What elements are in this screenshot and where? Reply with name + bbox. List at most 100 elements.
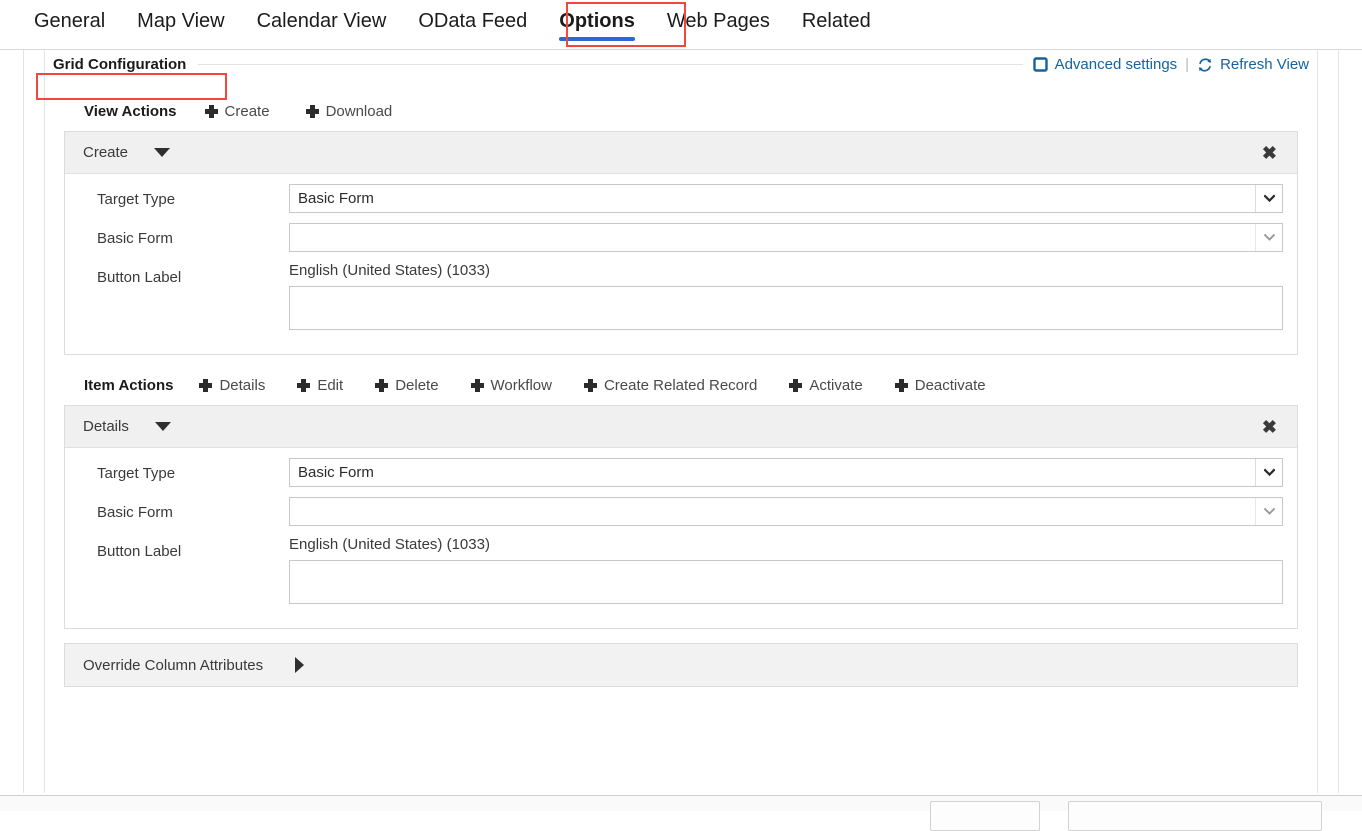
plus-icon [297,379,310,392]
tab-label: Options [559,10,635,32]
tab-label: General [34,10,105,32]
section-header-links: Advanced settings | Refresh View [1023,56,1317,73]
left-rail-divider [23,50,24,793]
button-label: Create [225,103,270,120]
field-row-basic-form: Basic Form [79,497,1283,526]
right-rail-divider [1338,50,1339,793]
target-type-dropdown-button[interactable] [1255,459,1282,486]
add-view-action-create-button[interactable]: Create [205,103,270,120]
chevron-down-icon[interactable] [155,422,171,431]
target-type-label: Target Type [79,184,289,208]
button-label-input[interactable] [289,560,1283,604]
plus-icon [471,379,484,392]
plus-icon [199,379,212,392]
target-type-dropdown-button[interactable] [1255,185,1282,212]
close-icon[interactable]: ✖ [1258,416,1281,438]
tab-label: OData Feed [418,10,527,32]
item-action-card-details: Details ✖ Target Type Basic Form [64,405,1298,629]
button-label: Deactivate [915,377,986,394]
tab-label: Related [802,10,871,32]
target-type-select[interactable]: Basic Form [289,184,1283,213]
plus-icon [205,105,218,118]
section-legend: Grid Configuration [45,56,198,73]
basic-form-lookup[interactable] [289,223,1283,252]
tab-label: Map View [137,10,224,32]
field-row-target-type: Target Type Basic Form [79,458,1283,487]
target-type-value: Basic Form [290,464,1255,481]
command-bar-button-left[interactable] [930,801,1040,831]
target-type-control: Basic Form [289,184,1283,213]
card-header[interactable]: Create ✖ [65,132,1297,174]
plus-icon [584,379,597,392]
card-header[interactable]: Details ✖ [65,406,1297,448]
chevron-down-icon [1264,467,1275,478]
page-body: Grid Configuration Advanced settings | [0,49,1362,811]
override-column-attributes-title: Override Column Attributes [83,657,263,674]
chevron-right-icon[interactable] [295,657,304,673]
add-view-action-download-button[interactable]: Download [306,103,393,120]
button-label: Edit [317,377,343,394]
plus-icon [895,379,908,392]
grid-configuration-section: Grid Configuration Advanced settings | [44,50,1318,793]
tab-calendar-view[interactable]: Calendar View [241,0,403,37]
button-label: Activate [809,377,862,394]
tab-strip: General Map View Calendar View OData Fee… [0,0,1362,49]
tab-general[interactable]: General [18,0,121,37]
view-action-card-create: Create ✖ Target Type Basic Form [64,131,1298,355]
tab-label: Calendar View [257,10,387,32]
basic-form-dropdown-button[interactable] [1255,498,1282,525]
command-bar-button-right[interactable] [1068,801,1322,831]
add-item-action-edit-button[interactable]: Edit [297,377,343,394]
add-item-action-delete-button[interactable]: Delete [375,377,438,394]
view-actions-title: View Actions [84,103,177,120]
add-item-action-create-related-record-button[interactable]: Create Related Record [584,377,757,394]
advanced-settings-link[interactable]: Advanced settings [1033,56,1178,73]
view-actions-toolbar: View Actions Create Download [64,93,1298,129]
plus-icon [375,379,388,392]
tab-web-pages[interactable]: Web Pages [651,0,786,37]
section-header: Grid Configuration Advanced settings | [45,50,1317,79]
chevron-down-icon[interactable] [154,148,170,157]
tab-active-underline [559,37,635,41]
refresh-view-label: Refresh View [1220,56,1309,73]
button-label-language: English (United States) (1033) [289,536,1283,560]
item-actions-title: Item Actions [84,377,173,394]
add-item-action-activate-button[interactable]: Activate [789,377,862,394]
button-label: Create Related Record [604,377,757,394]
target-type-value: Basic Form [290,190,1255,207]
button-label-language: English (United States) (1033) [289,262,1283,286]
item-actions-toolbar: Item Actions Details Edit Delete Workflo… [64,367,1298,403]
button-label: Download [326,103,393,120]
chevron-down-icon [1264,506,1275,517]
refresh-view-link[interactable]: Refresh View [1197,56,1309,73]
plus-icon [789,379,802,392]
target-type-select[interactable]: Basic Form [289,458,1283,487]
field-row-button-label: Button Label English (United States) (10… [79,262,1283,330]
plus-icon [306,105,319,118]
close-icon[interactable]: ✖ [1258,142,1281,164]
add-item-action-details-button[interactable]: Details [199,377,265,394]
tab-odata-feed[interactable]: OData Feed [402,0,543,37]
basic-form-control [289,497,1283,526]
tab-options[interactable]: Options [543,0,651,37]
field-row-basic-form: Basic Form [79,223,1283,252]
add-item-action-workflow-button[interactable]: Workflow [471,377,552,394]
override-column-attributes-panel[interactable]: Override Column Attributes [64,643,1298,687]
basic-form-lookup[interactable] [289,497,1283,526]
tab-related[interactable]: Related [786,0,887,37]
basic-form-label: Basic Form [79,223,289,247]
target-type-label: Target Type [79,458,289,482]
button-label: Workflow [491,377,552,394]
advanced-settings-icon [1033,57,1048,72]
button-label: Delete [395,377,438,394]
card-body: Target Type Basic Form [65,174,1297,354]
add-item-action-deactivate-button[interactable]: Deactivate [895,377,986,394]
section-rule [198,64,1022,65]
tab-map-view[interactable]: Map View [121,0,240,37]
button-label-input[interactable] [289,286,1283,330]
button-label-control: English (United States) (1033) [289,262,1283,330]
basic-form-dropdown-button[interactable] [1255,224,1282,251]
card-body: Target Type Basic Form [65,448,1297,628]
button-label: Details [219,377,265,394]
field-row-target-type: Target Type Basic Form [79,184,1283,213]
